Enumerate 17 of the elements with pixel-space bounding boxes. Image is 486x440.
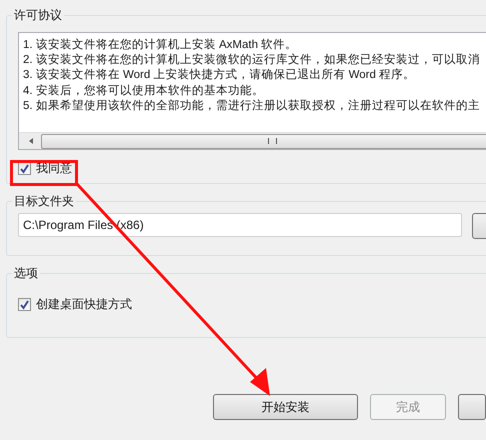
checkbox-label: 创建桌面快捷方式: [36, 296, 132, 312]
group-title: 许可协议: [13, 8, 63, 22]
license-line: 4. 安装后，您将可以使用本软件的基本功能。: [23, 84, 265, 99]
checkbox-label: 我同意: [36, 160, 72, 176]
checkbox[interactable]: [18, 298, 31, 310]
install-button[interactable]: 开始安装: [213, 394, 358, 420]
scrollbar-thumb[interactable]: [41, 134, 486, 148]
highlight-frame: [10, 160, 78, 186]
license-line: 1. 该安装文件将在您的计算机上安装 AxMath 软件。: [23, 38, 298, 53]
horizontal-scrollbar[interactable]: [19, 132, 486, 149]
scroll-left-icon[interactable]: [27, 137, 35, 145]
license-line: 2. 该安装文件将在您的计算机上安装微软的运行库文件，如果您已经安装过，可以取消: [23, 53, 481, 68]
cut-off-button[interactable]: [458, 394, 486, 420]
group-title: 目标文件夹: [13, 194, 75, 208]
group-title: 选项: [13, 266, 39, 280]
license-line: 3. 该安装文件将在 Word 上安装快捷方式，请确保已退出所有 Word 程序。: [23, 68, 416, 84]
license-line: 5. 如果希望使用该软件的全部功能，需进行注册以获取授权，注册过程可以在软件的主: [23, 98, 481, 114]
